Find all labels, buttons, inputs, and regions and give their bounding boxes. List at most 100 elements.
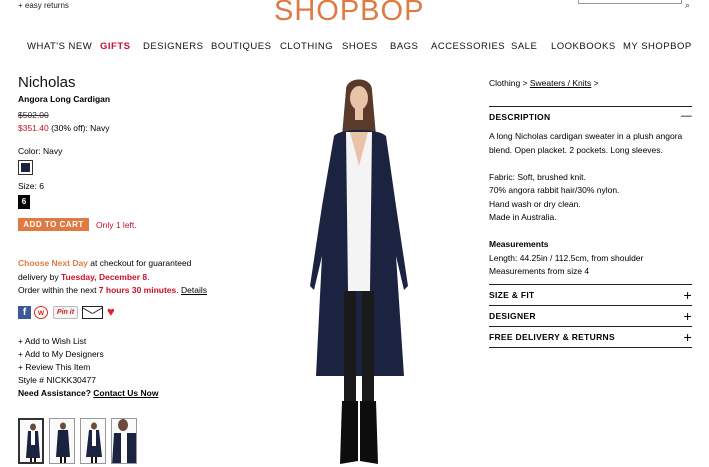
review-item-link[interactable]: + Review This Item	[18, 361, 158, 374]
designer-header[interactable]: DESIGNER +	[489, 308, 692, 324]
fabric-line-3: Hand wash or dry clean.	[489, 198, 581, 209]
nav-whats-new[interactable]: WHAT'S NEW	[27, 41, 92, 52]
main-nav: WHAT'S NEW GIFTS DESIGNERS BOUTIQUES CLO…	[0, 41, 709, 55]
nav-sale[interactable]: SALE	[511, 41, 537, 52]
description-header[interactable]: DESCRIPTION —	[489, 110, 692, 122]
model-illustration	[310, 79, 408, 464]
delivery-text-1: at checkout for guaranteed	[87, 258, 192, 268]
add-to-cart-button[interactable]: ADD TO CART	[18, 218, 89, 231]
search-input[interactable]	[578, 0, 682, 4]
left-boot	[340, 401, 358, 464]
left-leg	[344, 291, 356, 401]
description-body: A long Nicholas cardigan sweater in a pl…	[489, 130, 689, 279]
original-price: $502.00	[18, 110, 49, 120]
heart-icon[interactable]: ♥	[107, 305, 115, 319]
thumbnail-3[interactable]	[80, 418, 106, 464]
breadcrumb: Clothing > Sweaters / Knits >	[489, 78, 599, 88]
facebook-icon[interactable]: f	[18, 306, 31, 319]
breadcrumb-sep: >	[591, 78, 599, 88]
plus-icon[interactable]: +	[684, 308, 692, 324]
email-icon[interactable]	[82, 306, 103, 319]
size-option-6[interactable]: 6	[18, 195, 30, 209]
delivery-text-2b: .	[147, 271, 150, 282]
thumbnail-4[interactable]	[111, 418, 137, 464]
product-image[interactable]	[300, 76, 420, 467]
description-text: A long Nicholas cardigan sweater in a pl…	[489, 131, 683, 155]
header: + easy returns SHOPBOP ⌕	[0, 0, 709, 36]
thumbnail-3-image	[86, 422, 102, 463]
add-to-wish-list-link[interactable]: + Add to Wish List	[18, 335, 158, 348]
nav-designers[interactable]: DESIGNERS	[143, 41, 203, 52]
delivery-line-2: delivery by Tuesday, December 8.	[18, 271, 218, 285]
delivery-countdown: 7 hours 30 minutes	[98, 285, 177, 295]
fabric-line-4: Made in Australia.	[489, 212, 557, 222]
measurements-title: Measurements	[489, 239, 549, 249]
color-label: Color: Navy	[18, 146, 63, 156]
free-delivery-title: FREE DELIVERY & RETURNS	[489, 332, 615, 342]
choose-next-day-link[interactable]: Choose Next Day	[18, 258, 88, 268]
delivery-line-1: Choose Next Day at checkout for guarante…	[18, 257, 218, 271]
thumbnail-1[interactable]	[18, 418, 44, 464]
color-swatch-navy[interactable]	[18, 160, 33, 175]
delivery-text-2: delivery by	[18, 271, 61, 282]
swatch-fill	[21, 163, 30, 172]
brand-name[interactable]: Nicholas	[18, 74, 76, 91]
weibo-icon[interactable]: w	[34, 306, 48, 319]
need-assistance-label: Need Assistance?	[18, 388, 91, 398]
plus-icon[interactable]: +	[684, 329, 692, 345]
easy-returns-link[interactable]: + easy returns	[18, 1, 69, 10]
style-number: Style # NICKK30477	[18, 375, 96, 385]
details-link[interactable]: Details	[181, 285, 207, 295]
divider	[489, 347, 692, 348]
shopbop-logo[interactable]: SHOPBOP	[274, 0, 424, 28]
size-label: Size: 6	[18, 181, 44, 191]
fabric-line-2: 70% angora rabbit hair/30% nylon.	[489, 185, 620, 195]
contact-us-link[interactable]: Contact Us Now	[93, 388, 158, 398]
nav-my-shopbop[interactable]: MY SHOPBOP	[623, 41, 692, 52]
breadcrumb-clothing[interactable]: Clothing >	[489, 78, 530, 88]
delivery-date: Tuesday, December 8	[61, 271, 148, 282]
divider	[489, 305, 692, 306]
collapse-icon[interactable]: —	[681, 110, 692, 122]
nav-gifts[interactable]: GIFTS	[100, 41, 130, 52]
nav-bags[interactable]: BAGS	[390, 41, 418, 52]
description-title: DESCRIPTION	[489, 112, 551, 122]
thumbnail-2-image	[56, 422, 70, 463]
nav-accessories[interactable]: ACCESSORIES	[431, 41, 505, 52]
free-delivery-header[interactable]: FREE DELIVERY & RETURNS +	[489, 329, 692, 345]
pinterest-button[interactable]: Pin it	[53, 306, 78, 319]
nav-shoes[interactable]: SHOES	[342, 41, 378, 52]
size-fit-title: SIZE & FIT	[489, 290, 535, 300]
delivery-info: Choose Next Day at checkout for guarante…	[18, 257, 218, 298]
breadcrumb-sweaters[interactable]: Sweaters / Knits	[530, 78, 591, 88]
delivery-text-3: Order within the next	[18, 285, 99, 295]
thumbnail-1-image	[26, 423, 40, 462]
fabric-line-1: Fabric: Soft, brushed knit.	[489, 171, 586, 182]
nav-boutiques[interactable]: BOUTIQUES	[211, 41, 271, 52]
discount-text: (30% off): Navy	[48, 123, 110, 133]
divider	[489, 106, 692, 107]
nav-lookbooks[interactable]: LOOKBOOKS	[551, 41, 616, 52]
right-boot	[360, 401, 378, 464]
right-leg	[362, 291, 374, 401]
search-icon[interactable]: ⌕	[685, 0, 690, 11]
add-to-my-designers-link[interactable]: + Add to My Designers	[18, 348, 158, 361]
stock-notice: Only 1 left.	[96, 220, 137, 230]
delivery-line-3: Order within the next 7 hours 30 minutes…	[18, 284, 218, 298]
plus-icon[interactable]: +	[684, 287, 692, 303]
measurements-line-1: Length: 44.25in / 112.5cm, from shoulder	[489, 252, 644, 263]
nav-clothing[interactable]: CLOTHING	[280, 41, 333, 52]
divider	[489, 284, 692, 285]
thumbnail-4-image	[112, 419, 136, 463]
designer-title: DESIGNER	[489, 311, 536, 321]
model-neck	[355, 108, 363, 120]
model-face	[350, 86, 368, 110]
measurements-line-2: Measurements from size 4	[489, 266, 590, 276]
divider	[489, 326, 692, 327]
thumbnail-2[interactable]	[49, 418, 75, 464]
assistance-line: Need Assistance? Contact Us Now	[18, 387, 158, 400]
product-name: Angora Long Cardigan	[18, 94, 111, 104]
sale-price-value: $351.40	[18, 123, 49, 133]
sale-price: $351.40 (30% off): Navy	[18, 123, 110, 133]
size-fit-header[interactable]: SIZE & FIT +	[489, 287, 692, 303]
